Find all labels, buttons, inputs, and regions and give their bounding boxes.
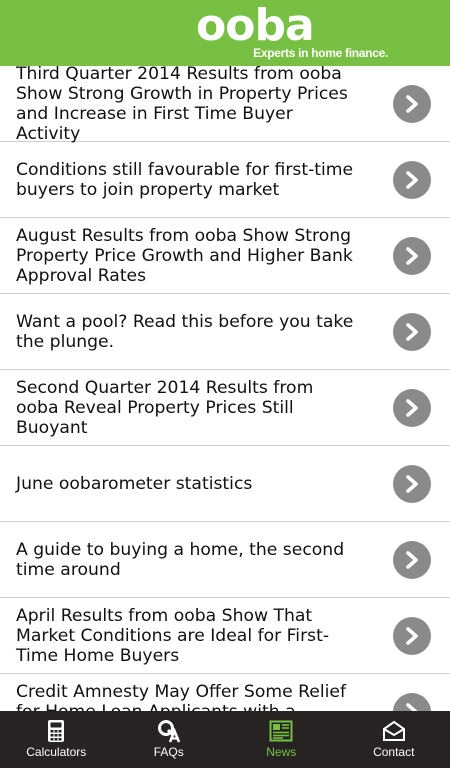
ooba-logo: ooba <box>196 0 315 51</box>
news-item-title: August Results from ooba Show Strong Pro… <box>16 225 353 286</box>
tab-calculators[interactable]: Calculators <box>0 711 113 768</box>
news-item-title: June oobarometer statistics <box>16 473 253 494</box>
news-item-title: Want a pool? Read this before you take t… <box>16 311 354 352</box>
tab-label: FAQs <box>153 745 184 759</box>
news-item[interactable]: A guide to buying a home, the second tim… <box>0 522 450 598</box>
news-item[interactable]: June oobarometer statistics <box>0 446 450 522</box>
news-item[interactable]: Third Quarter 2014 Results from ooba Sho… <box>0 66 450 144</box>
newspaper-icon <box>269 720 293 742</box>
chevron-right-icon[interactable] <box>393 84 431 123</box>
chevron-right-icon[interactable] <box>393 160 431 199</box>
news-item[interactable]: Credit Amnesty May Offer Some Relief for… <box>0 674 450 711</box>
tab-contact[interactable]: Contact <box>338 711 450 768</box>
calculator-icon <box>48 720 65 742</box>
envelope-icon <box>382 720 405 741</box>
tagline: Experts in home finance. <box>253 46 388 60</box>
tab-news[interactable]: News <box>225 711 338 768</box>
chevron-right-icon[interactable] <box>393 540 431 579</box>
app-header: ooba Experts in home finance. <box>0 0 450 66</box>
chevron-right-icon[interactable] <box>393 388 431 427</box>
qa-icon <box>157 720 180 743</box>
bottom-tab-bar: Calculators FAQs News Contact <box>0 711 450 768</box>
news-item-title: A guide to buying a home, the second tim… <box>16 539 345 580</box>
news-item[interactable]: August Results from ooba Show Strong Pro… <box>0 218 450 294</box>
tab-label: Contact <box>373 745 415 759</box>
news-item[interactable]: Want a pool? Read this before you take t… <box>0 294 450 370</box>
tab-label: Calculators <box>26 745 87 759</box>
tab-label: News <box>266 745 297 759</box>
news-item-title: Second Quarter 2014 Results from ooba Re… <box>16 377 314 438</box>
chevron-right-icon[interactable] <box>393 312 431 351</box>
news-item-title: Conditions still favourable for first-ti… <box>16 159 354 200</box>
chevron-right-icon[interactable] <box>393 616 431 655</box>
news-item-title: Credit Amnesty May Offer Some Relief for… <box>16 681 347 712</box>
news-item[interactable]: April Results from ooba Show That Market… <box>0 598 450 674</box>
chevron-right-icon[interactable] <box>393 236 431 275</box>
tab-faqs[interactable]: FAQs <box>113 711 226 768</box>
chevron-right-icon[interactable] <box>393 464 431 503</box>
news-item-title: April Results from ooba Show That Market… <box>16 605 330 666</box>
news-item[interactable]: Second Quarter 2014 Results from ooba Re… <box>0 370 450 446</box>
chevron-right-icon[interactable] <box>393 692 431 711</box>
news-item-title: Third Quarter 2014 Results from ooba Sho… <box>16 66 348 144</box>
news-list: Third Quarter 2014 Results from ooba Sho… <box>0 66 450 711</box>
news-item[interactable]: Conditions still favourable for first-ti… <box>0 142 450 218</box>
